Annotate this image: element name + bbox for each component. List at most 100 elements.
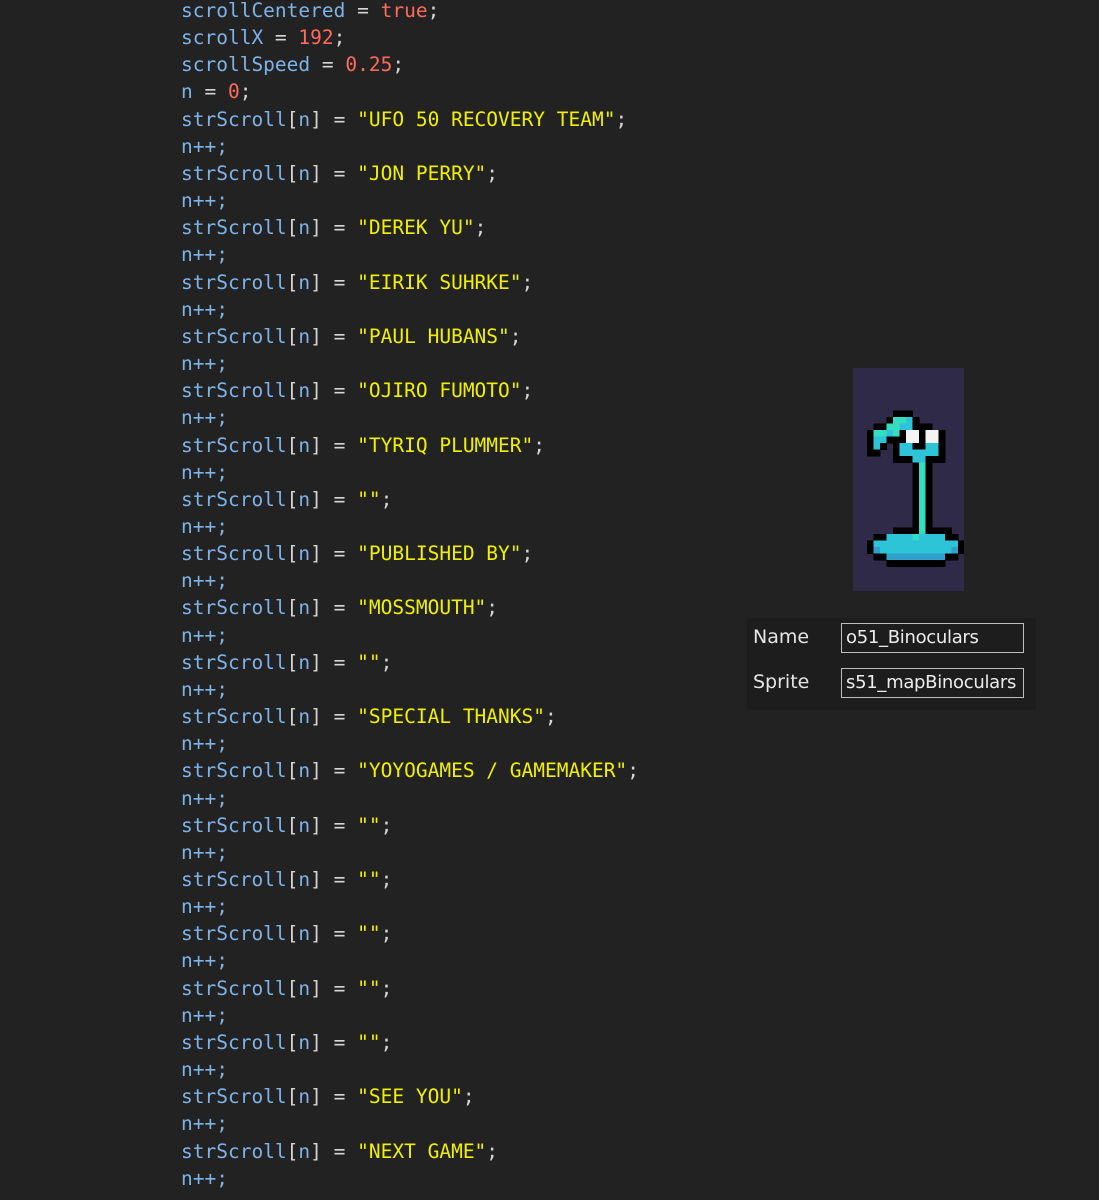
sprite-pixel [880,443,887,450]
sprite-pixel [906,540,913,548]
code-line[interactable]: strScroll[n] = "JON PERRY"; [181,160,639,187]
sprite-pixel [906,443,913,450]
code-line[interactable]: n++; [181,1165,639,1192]
sprite-pixel [873,534,881,541]
sprite-pixel [867,436,874,444]
code-line[interactable]: n++; [181,839,639,866]
code-line[interactable]: n++; [181,296,639,323]
code-bracket: ] [310,216,322,240]
code-index: n [298,1030,311,1054]
sprite-pixel [919,547,926,554]
code-operator: = [321,1030,358,1054]
code-line[interactable]: n++; [181,1002,639,1029]
code-semicolon: ; [521,270,534,294]
code-semicolon: ; [521,542,534,566]
sprite-pixel [958,540,965,548]
code-line[interactable]: strScroll[n] = "UFO 50 RECOVERY TEAM"; [181,106,639,133]
code-line[interactable]: strScroll[n] = "YOYOGAMES / GAMEMAKER"; [181,757,639,784]
code-editor[interactable]: scrollCentered = true; scrollX = 192; scro… [0,0,1099,1200]
sprite-pixel [899,443,907,450]
code-identifier: strScroll [181,161,287,185]
code-bracket: ] [310,1030,322,1054]
code-line[interactable]: scrollX = 192; [181,24,639,51]
code-line[interactable]: n++; [181,785,639,812]
sprite-pixel [893,436,900,444]
sprite-pixel [919,449,926,457]
code-area[interactable]: scrollCentered = true; scrollX = 192; scro… [181,0,639,1192]
code-line[interactable]: n++; [181,350,639,377]
code-line[interactable]: n++; [181,187,639,214]
code-line[interactable]: strScroll[n] = "OJIRO FUMOTO"; [181,377,639,404]
code-line[interactable]: strScroll[n] = "SPECIAL THANKS"; [181,703,639,730]
sprite-pixel [925,423,933,431]
code-line[interactable]: strScroll[n] = "MOSSMOUTH"; [181,594,639,621]
code-line[interactable]: n++; [181,622,639,649]
code-line[interactable]: n++; [181,1110,639,1137]
name-label: Name [753,626,810,648]
sprite-pixel [938,430,946,437]
sprite-pixel [925,443,933,450]
code-line[interactable]: strScroll[n] = ""; [181,812,639,839]
code-line[interactable]: n = 0; [181,78,639,105]
code-line[interactable]: n++; [181,730,639,757]
sprite-pixel [932,436,939,444]
code-value: "MOSSMOUTH" [357,596,487,620]
code-line[interactable]: n++; [181,459,639,486]
code-value: "EIRIK SUHRKE" [357,270,522,294]
code-increment: n++; [181,1112,228,1136]
code-line[interactable]: n++; [181,513,639,540]
code-increment: n++; [181,949,228,973]
code-line[interactable]: n++; [181,404,639,431]
sprite-pixel [932,560,939,567]
sprite-pixel [932,534,939,541]
sprite-pixel [912,553,920,561]
sprite-pixel [906,456,913,463]
code-line[interactable]: strScroll[n] = "PUBLISHED BY"; [181,540,639,567]
code-semicolon: ; [333,26,346,50]
code-line[interactable]: strScroll[n] = ""; [181,649,639,676]
sprite-pixel [899,449,907,457]
sprite-pixel [925,475,933,483]
code-semicolon: ; [627,759,639,783]
code-bracket: [ [286,596,299,620]
sprite-pixel [919,456,926,463]
code-line[interactable]: strScroll[n] = "NEXT GAME"; [181,1138,639,1165]
code-line[interactable]: n++; [181,676,639,703]
code-bracket: [ [286,107,299,131]
code-index: n [298,542,311,566]
code-line[interactable]: n++; [181,567,639,594]
code-line[interactable]: strScroll[n] = "TYRIQ PLUMMER"; [181,432,639,459]
sprite-pixel [938,456,946,463]
code-line[interactable]: strScroll[n] = ""; [181,1029,639,1056]
sprite-pixel [932,456,939,463]
sprite-pixel [906,560,913,567]
code-line[interactable]: n++; [181,947,639,974]
code-operator: = [321,161,358,185]
sprite-pixel [893,430,900,437]
code-index: n [298,596,311,620]
code-line[interactable]: strScroll[n] = ""; [181,866,639,893]
code-line[interactable]: strScroll[n] = "SEE YOU"; [181,1083,639,1110]
code-line[interactable]: n++; [181,893,639,920]
code-line[interactable]: scrollCentered = true; [181,0,639,24]
code-line[interactable]: strScroll[n] = ""; [181,975,639,1002]
code-line[interactable]: scrollSpeed = 0.25; [181,51,639,78]
code-line[interactable]: n++; [181,241,639,268]
code-line[interactable]: strScroll[n] = ""; [181,486,639,513]
code-operator: = [310,53,346,77]
sprite-pixel [932,547,939,554]
code-line[interactable]: strScroll[n] = "EIRIK SUHRKE"; [181,269,639,296]
code-identifier: scrollCentered [181,0,346,22]
code-line[interactable]: strScroll[n] = "DEREK YU"; [181,214,639,241]
code-index: n [298,161,311,185]
code-line[interactable]: strScroll[n] = ""; [181,920,639,947]
sprite-pixel [919,534,926,541]
object-name-field[interactable]: o51_Binoculars [841,623,1024,653]
code-line[interactable]: strScroll[n] = "PAUL HUBANS"; [181,323,639,350]
sprite-pixel [912,514,920,522]
object-sprite-field[interactable]: s51_mapBinoculars [841,668,1024,698]
code-semicolon: ; [380,976,393,1000]
code-line[interactable]: n++; [181,133,639,160]
code-line[interactable]: n++; [181,1056,639,1083]
sprite-pixel [893,560,900,567]
